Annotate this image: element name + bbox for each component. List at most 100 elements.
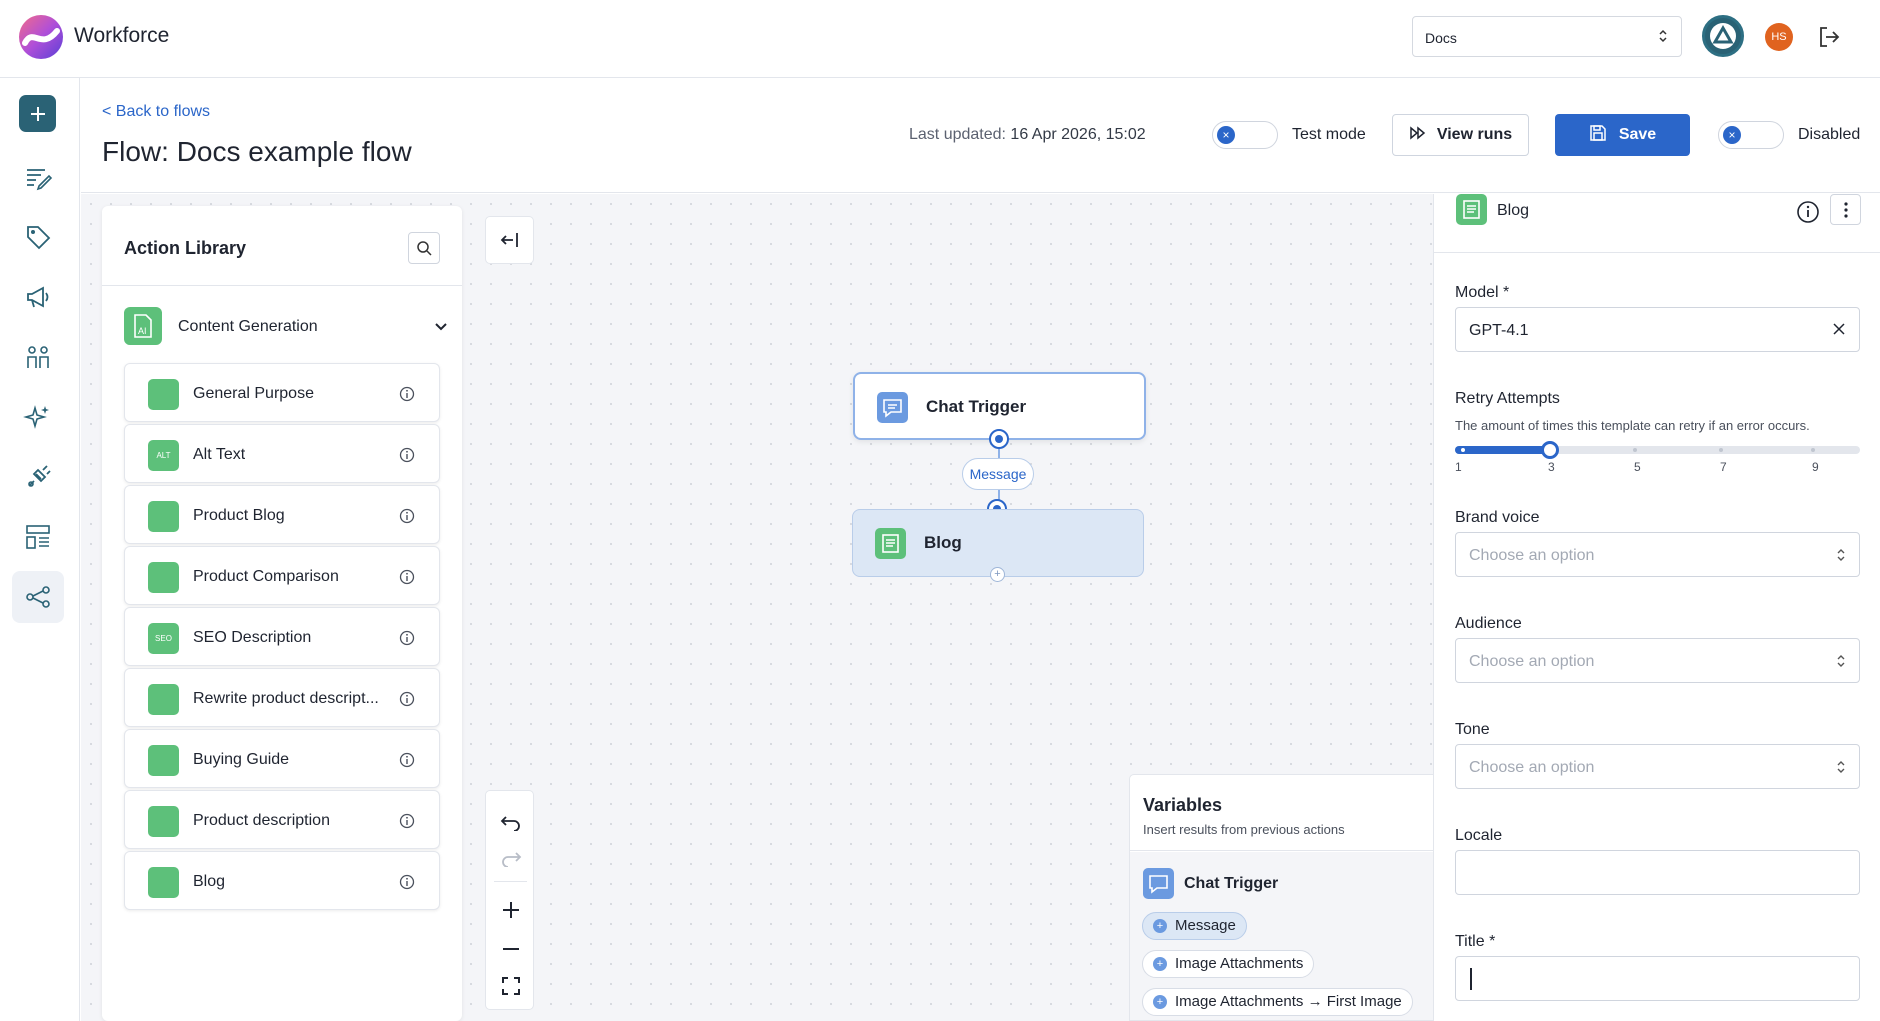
save-icon (1589, 124, 1607, 147)
library-item[interactable]: ALT Alt Text (124, 424, 440, 483)
info-icon[interactable] (399, 447, 415, 468)
title-input[interactable] (1455, 956, 1860, 1001)
retry-attempts-label: Retry Attempts (1455, 390, 1560, 407)
variable-chip[interactable]: + Image Attachments (1142, 950, 1315, 978)
library-item[interactable]: Buying Guide (124, 729, 440, 788)
org-select[interactable]: Docs (1412, 16, 1682, 57)
back-to-flows-link[interactable]: < Back to flows (102, 103, 210, 121)
library-item-label: Product description (193, 812, 330, 829)
zoom-in-icon[interactable] (486, 892, 535, 928)
workforce-logo-icon[interactable] (19, 15, 63, 59)
library-item-label: Product Blog (193, 507, 285, 524)
document-icon: ALT (148, 440, 179, 471)
model-select[interactable]: GPT-4.1 (1455, 307, 1860, 352)
content-edit-icon[interactable] (12, 151, 64, 203)
chat-trigger-node-label: Chat Trigger (926, 397, 1027, 416)
zoom-out-icon[interactable] (486, 931, 535, 967)
undo-icon[interactable] (486, 804, 535, 840)
info-icon[interactable] (399, 569, 415, 590)
info-icon[interactable] (399, 386, 415, 407)
retry-attempts-slider[interactable] (1455, 441, 1860, 459)
variables-panel: Variables Insert results from previous a… (1129, 774, 1439, 1021)
add-button[interactable] (19, 95, 56, 132)
flow-name: Docs example flow (176, 136, 412, 167)
info-icon[interactable] (399, 813, 415, 834)
info-icon[interactable] (1796, 200, 1820, 229)
fit-view-icon[interactable] (486, 968, 535, 1004)
library-item[interactable]: General Purpose (124, 363, 440, 422)
slider-tick (1633, 448, 1637, 452)
last-updated-value: 16 Apr 2026, 15:02 (1010, 126, 1146, 143)
workspace-avatar[interactable] (1702, 15, 1744, 57)
action-library-header: Action Library (102, 206, 462, 286)
org-select-value: Docs (1425, 30, 1457, 46)
slider-tick (1719, 448, 1723, 452)
last-updated-label: Last updated: (909, 126, 1006, 143)
slider-thumb[interactable] (1541, 441, 1559, 459)
triangle-logo-icon (1710, 23, 1736, 49)
sparkles-icon[interactable] (12, 391, 64, 443)
layout-icon[interactable] (12, 511, 64, 563)
variable-chip[interactable]: + Image Attachments → First Image (1142, 988, 1413, 1016)
search-icon[interactable] (408, 232, 440, 264)
variable-chip[interactable]: + Message (1142, 912, 1247, 940)
output-handle[interactable] (989, 429, 1009, 449)
library-item[interactable]: Product Comparison (124, 546, 440, 605)
enabled-toggle[interactable]: × (1718, 121, 1784, 149)
save-button[interactable]: Save (1555, 114, 1690, 156)
left-rail (0, 78, 80, 1021)
flow-header: < Back to flows Flow: Docs example flow … (81, 79, 1880, 193)
updown-chevron-icon (1835, 758, 1847, 781)
title-label: Title * (1455, 933, 1496, 950)
audience-placeholder: Choose an option (1469, 653, 1595, 670)
plug-icon[interactable] (12, 451, 64, 503)
tone-label: Tone (1455, 721, 1490, 738)
library-item[interactable]: Product description (124, 790, 440, 849)
library-item[interactable]: Rewrite product descript... (124, 668, 440, 727)
locale-input[interactable] (1455, 850, 1860, 895)
tone-select[interactable]: Choose an option (1455, 744, 1860, 789)
action-library-panel: Action Library AI Content Generation Gen… (102, 206, 462, 1021)
people-icon[interactable] (12, 331, 64, 383)
library-item[interactable]: SEO SEO Description (124, 607, 440, 666)
canvas-controls (485, 790, 534, 1010)
user-avatar[interactable]: HS (1765, 23, 1793, 51)
locale-label: Locale (1455, 827, 1503, 844)
updown-chevron-icon (1657, 27, 1669, 50)
info-icon[interactable] (399, 874, 415, 895)
updown-chevron-icon (1835, 652, 1847, 675)
redo-icon[interactable] (486, 840, 535, 876)
action-library-title: Action Library (124, 238, 247, 258)
library-item[interactable]: Product Blog (124, 485, 440, 544)
slider-tick-label: 1 (1455, 460, 1462, 474)
info-icon[interactable] (399, 752, 415, 773)
info-icon[interactable] (399, 691, 415, 712)
document-icon (148, 379, 179, 410)
info-icon[interactable] (399, 508, 415, 529)
category-content-generation[interactable]: AI Content Generation (124, 307, 447, 347)
collapse-panel-button[interactable] (485, 216, 534, 264)
slider-tick-label: 3 (1548, 460, 1555, 474)
brand-voice-select[interactable]: Choose an option (1455, 532, 1860, 577)
library-item-label: Blog (193, 873, 226, 890)
flows-icon[interactable] (12, 571, 64, 623)
add-step-handle[interactable]: + (990, 567, 1005, 582)
close-icon[interactable] (1831, 321, 1847, 342)
settings-header: Blog (1434, 194, 1880, 253)
library-item-label: Buying Guide (193, 751, 290, 768)
view-runs-button[interactable]: View runs (1392, 114, 1529, 156)
audience-select[interactable]: Choose an option (1455, 638, 1860, 683)
info-icon[interactable] (399, 630, 415, 651)
edge-label-message[interactable]: Message (962, 458, 1034, 490)
slider-fill (1455, 446, 1550, 454)
test-mode-toggle[interactable]: × (1212, 121, 1278, 149)
megaphone-icon[interactable] (12, 271, 64, 323)
node-settings-panel: Blog Model * GPT-4.1 Retry Attempts The … (1433, 194, 1880, 1021)
library-item[interactable]: Blog (124, 851, 440, 910)
title-prefix: Flow: (102, 136, 169, 167)
last-updated: Last updated: 16 Apr 2026, 15:02 (909, 126, 1146, 144)
more-options-icon[interactable] (1830, 194, 1861, 225)
document-icon (148, 684, 179, 715)
logout-icon[interactable] (1816, 24, 1842, 55)
tag-icon[interactable] (12, 211, 64, 263)
